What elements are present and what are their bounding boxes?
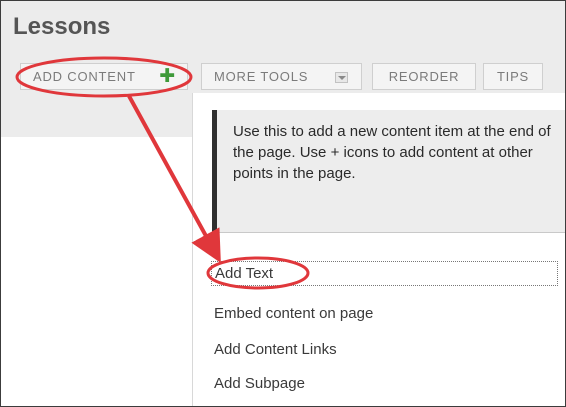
page-title: Lessons bbox=[13, 13, 111, 40]
add-content-label: ADD CONTENT bbox=[33, 69, 136, 84]
chevron-down-icon bbox=[335, 72, 348, 83]
reorder-label: REORDER bbox=[388, 69, 460, 84]
lessons-window: Lessons ADD CONTENT ✚ MORE TOOLS REORDER… bbox=[0, 0, 566, 407]
help-tooltip: Use this to add a new content item at th… bbox=[212, 110, 565, 233]
plus-icon: ✚ bbox=[159, 66, 176, 87]
tips-label: TIPS bbox=[496, 69, 530, 84]
more-tools-label: MORE TOOLS bbox=[214, 69, 309, 84]
more-tools-button[interactable]: MORE TOOLS bbox=[201, 63, 362, 90]
tips-button[interactable]: TIPS bbox=[483, 63, 543, 90]
menu-item-add-subpage[interactable]: Add Subpage bbox=[211, 371, 558, 396]
menu-item-embed-content[interactable]: Embed content on page bbox=[211, 301, 558, 326]
add-content-button[interactable]: ADD CONTENT ✚ bbox=[20, 63, 188, 90]
reorder-button[interactable]: REORDER bbox=[372, 63, 476, 90]
menu-item-add-content-links[interactable]: Add Content Links bbox=[211, 337, 558, 362]
menu-item-add-text[interactable]: Add Text bbox=[211, 261, 558, 286]
tooltip-text: Use this to add a new content item at th… bbox=[233, 123, 551, 182]
left-panel bbox=[1, 99, 192, 137]
